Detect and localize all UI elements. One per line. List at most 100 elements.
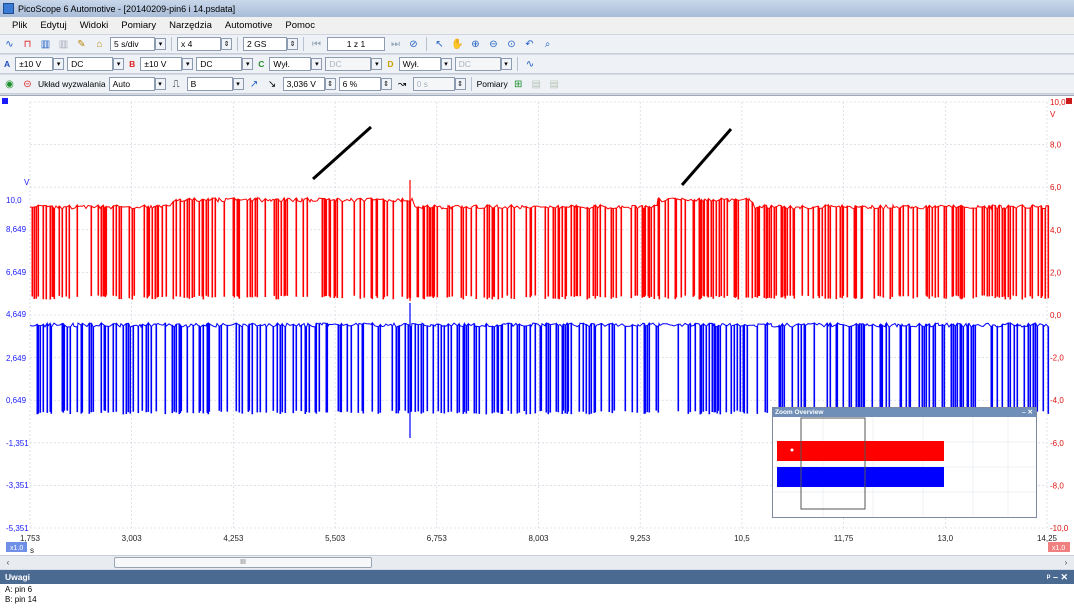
channel-a-range[interactable]: ±10 V — [15, 57, 54, 71]
x-axis-tick: 10,5 — [734, 534, 750, 543]
separator — [470, 77, 472, 91]
pointer-icon[interactable]: ↖ — [432, 37, 447, 52]
notes-line: A: pin 6 — [5, 585, 33, 594]
hand-icon[interactable]: ✋ — [450, 37, 465, 52]
channel-a-label: A — [4, 59, 11, 69]
x-axis-tick: 4,253 — [223, 534, 244, 543]
left-axis-tick: 2,649 — [6, 354, 27, 363]
channel-c-label: C — [258, 59, 265, 69]
undo-zoom-icon[interactable]: ↶ — [522, 37, 537, 52]
menu-plik[interactable]: Plik — [12, 20, 27, 31]
zoom-select[interactable]: x 4 — [177, 37, 221, 51]
page-indicator: 1 z 1 — [327, 37, 385, 51]
toolbar-trigger: ◉ ⊝ Układ wyzwalania Auto ▾ ⎍ B ▾ ↗ ↘ 3,… — [0, 75, 1074, 94]
spectrum-mode-icon[interactable]: ▥ — [38, 37, 53, 52]
right-axis-tick: -8,0 — [1050, 481, 1064, 490]
menu-automotive[interactable]: Automotive — [225, 20, 273, 31]
chevron-down-icon[interactable]: ▾ — [155, 38, 166, 50]
notes-panel-controls-icon[interactable]: ᵖ – ✕ — [1047, 570, 1068, 584]
channel-a-marker[interactable] — [2, 98, 8, 104]
chevron-down-icon[interactable]: ▾ — [232, 78, 244, 90]
channel-b-coupling[interactable]: DC — [196, 57, 243, 71]
rising-trigger-icon[interactable]: ↗ — [247, 77, 262, 92]
channel-c-range[interactable]: Wył. — [269, 57, 312, 71]
right-axis-tick: -6,0 — [1050, 439, 1064, 448]
notes-body[interactable]: A: pin 6 B: pin 14 — [0, 584, 1074, 608]
probe-icon[interactable]: ✎ — [74, 37, 89, 52]
horizontal-scrollbar[interactable]: ‹ III › — [0, 555, 1074, 569]
x-axis-tick: 11,75 — [834, 534, 854, 543]
menu-pomoc[interactable]: Pomoc — [285, 20, 315, 31]
trigger-mode-select[interactable]: Auto — [108, 77, 155, 91]
scope-mode-icon[interactable]: ∿ — [2, 37, 17, 52]
chevron-down-icon[interactable]: ▾ — [311, 58, 323, 70]
stop-icon[interactable]: ⊘ — [406, 37, 421, 52]
left-axis-tick: -3,351 — [6, 481, 29, 490]
channel-a-coupling[interactable]: DC — [67, 57, 114, 71]
overview-viewport[interactable] — [800, 417, 866, 510]
menu-widoki[interactable]: Widoki — [80, 20, 109, 31]
zoom-overview-icon[interactable]: ⌕ — [540, 37, 555, 52]
chevron-down-icon[interactable]: ▾ — [113, 58, 125, 70]
title-bar: PicoScope 6 Automotive - [20140209-pin6 … — [0, 0, 1074, 17]
chevron-down-icon[interactable]: ▾ — [154, 78, 166, 90]
persistence-mode-icon[interactable]: ⊓ — [20, 37, 35, 52]
channel-d-range[interactable]: Wył. — [398, 57, 441, 71]
window-title: PicoScope 6 Automotive - [20140209-pin6 … — [18, 3, 236, 14]
right-axis-tick: 4,0 — [1050, 226, 1062, 235]
spinner-icon[interactable]: ⇕ — [287, 38, 298, 50]
stop-capture-icon[interactable]: ⊝ — [20, 77, 35, 92]
scope-view[interactable]: 10,0 8,649 6,649 4,649 2,649 0,649 -1,351 -3,35… — [0, 95, 1074, 555]
chevron-down-icon[interactable]: ▾ — [440, 58, 452, 70]
first-page-icon[interactable]: ⏮ — [309, 37, 324, 52]
advanced-trigger-icon[interactable]: ↝ — [395, 77, 410, 92]
scroll-thumb[interactable]: III — [114, 557, 372, 568]
falling-trigger-icon[interactable]: ↘ — [265, 77, 280, 92]
trigger-source-select[interactable]: B — [186, 77, 233, 91]
annotation-stroke — [680, 128, 733, 186]
samples-select[interactable]: 2 GS — [243, 37, 287, 51]
pretrigger-input[interactable]: 6 % — [338, 77, 381, 91]
left-scale-badge-text: x1.0 — [10, 545, 23, 552]
spinner-icon[interactable]: ⇕ — [221, 38, 232, 50]
right-axis-tick: -10,0 — [1050, 524, 1069, 533]
right-axis-tick: -4,0 — [1050, 396, 1064, 405]
toolbar-channels: A ±10 V ▾ DC ▾ B ±10 V ▾ DC ▾ C Wył. ▾ D… — [0, 55, 1074, 74]
channel-settings-icon[interactable]: ∿ — [523, 57, 538, 72]
home-icon[interactable]: ⌂ — [92, 37, 107, 52]
timebase-select[interactable]: 5 s/div — [110, 37, 155, 51]
notes-title: Uwagi — [5, 572, 31, 582]
chevron-down-icon[interactable]: ▾ — [182, 58, 194, 70]
zoom-fit-icon[interactable]: ⊙ — [504, 37, 519, 52]
spinner-icon[interactable]: ⇕ — [380, 78, 392, 90]
channel-b-marker[interactable] — [1066, 98, 1072, 104]
spinner-icon[interactable]: ⇕ — [324, 78, 336, 90]
threshold-input[interactable]: 3,036 V — [282, 77, 325, 91]
menu-pomiary[interactable]: Pomiary — [121, 20, 156, 31]
right-axis-tick: 2,0 — [1050, 268, 1062, 277]
left-axis-unit: V — [24, 178, 30, 187]
separator — [237, 37, 238, 51]
scroll-right-icon[interactable]: › — [1060, 557, 1072, 568]
zoom-overview-close-icon[interactable]: – ✕ — [1022, 408, 1033, 417]
zoom-out-icon[interactable]: ⊖ — [486, 37, 501, 52]
channel-d-label: D — [387, 59, 394, 69]
left-axis-tick: 8,649 — [6, 225, 27, 234]
scroll-left-icon[interactable]: ‹ — [2, 557, 14, 568]
separator — [426, 37, 427, 51]
zoom-in-icon[interactable]: ⊕ — [468, 37, 483, 52]
add-measurement-icon[interactable]: ⊞ — [511, 77, 526, 92]
start-icon[interactable]: ◉ — [2, 77, 17, 92]
x-axis-tick: 9,253 — [630, 534, 651, 543]
zoom-overview-canvas[interactable] — [773, 417, 1036, 517]
channel-b-label: B — [129, 59, 136, 69]
zoom-overview-panel[interactable]: Zoom Overview – ✕ — [772, 407, 1037, 518]
menu-narzedzia[interactable]: Narzędzia — [169, 20, 212, 31]
channel-b-range[interactable]: ±10 V — [140, 57, 183, 71]
rising-edge-icon[interactable]: ⎍ — [169, 77, 184, 92]
right-axis-tick: 8,0 — [1050, 141, 1062, 150]
chevron-down-icon[interactable]: ▾ — [53, 58, 65, 70]
menu-edytuj[interactable]: Edytuj — [40, 20, 66, 31]
next-page-icon[interactable]: ⏭ — [388, 37, 403, 52]
chevron-down-icon[interactable]: ▾ — [242, 58, 254, 70]
